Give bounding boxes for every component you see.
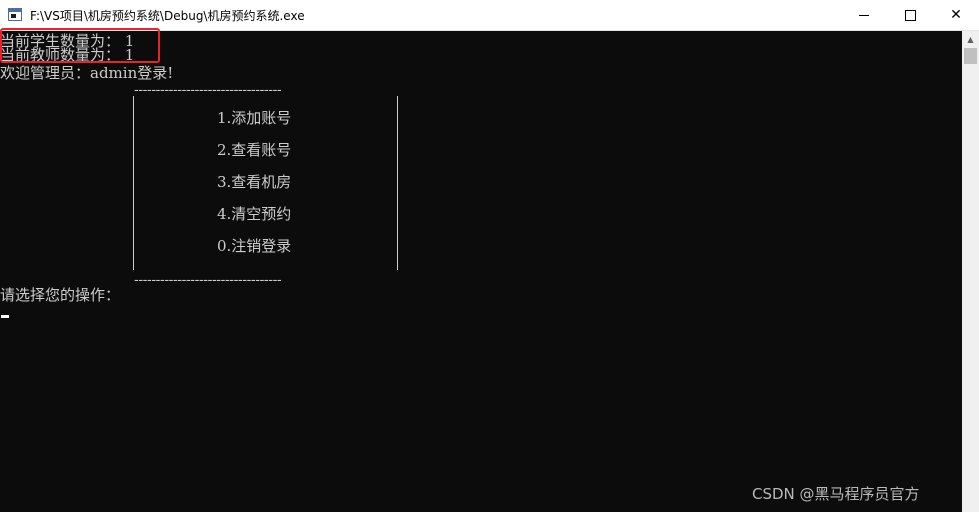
console-output[interactable]: 当前学生数量为： 1 当前教师数量为： 1 欢迎管理员：admin登录! ---… [0, 31, 962, 512]
menu-border-bottom: ---------------------------------- [134, 272, 282, 288]
count-highlight-annotation [0, 28, 160, 63]
close-button[interactable]: ✕ [933, 0, 979, 30]
text-cursor[interactable] [1, 315, 9, 318]
console-app-icon [8, 8, 22, 21]
close-icon: ✕ [950, 7, 962, 23]
operation-prompt: 请选择您的操作： [0, 286, 121, 304]
minimize-icon [859, 14, 869, 16]
scroll-up-arrow-icon[interactable]: ▲ [962, 31, 979, 48]
welcome-line: 欢迎管理员：admin登录! [0, 64, 174, 82]
window-title: F:\VS项目\机房预约系统\Debug\机房预约系统.exe [30, 9, 305, 23]
title-bar[interactable]: F:\VS项目\机房预约系统\Debug\机房预约系统.exe ✕ [0, 0, 979, 31]
menu-border-right [397, 96, 398, 270]
menu-item-add-account: 1.添加账号 [217, 109, 292, 127]
csdn-watermark: CSDN @黑马程序员官方 [752, 485, 920, 503]
menu-item-logout: 0.注销登录 [217, 237, 292, 255]
menu-border-top: ---------------------------------- [134, 82, 282, 98]
maximize-button[interactable] [887, 0, 933, 30]
menu-item-view-accounts: 2.查看账号 [217, 141, 292, 159]
maximize-icon [904, 9, 916, 21]
minimize-button[interactable] [841, 0, 887, 30]
menu-item-view-rooms: 3.查看机房 [217, 173, 292, 191]
menu-item-clear-reservations: 4.清空预约 [217, 205, 292, 223]
vertical-scrollbar[interactable]: ▲ [962, 31, 979, 512]
console-window: F:\VS项目\机房预约系统\Debug\机房预约系统.exe ✕ 当前学生数量… [0, 0, 979, 512]
menu-border-left [133, 96, 134, 270]
scrollbar-thumb[interactable] [964, 48, 977, 64]
